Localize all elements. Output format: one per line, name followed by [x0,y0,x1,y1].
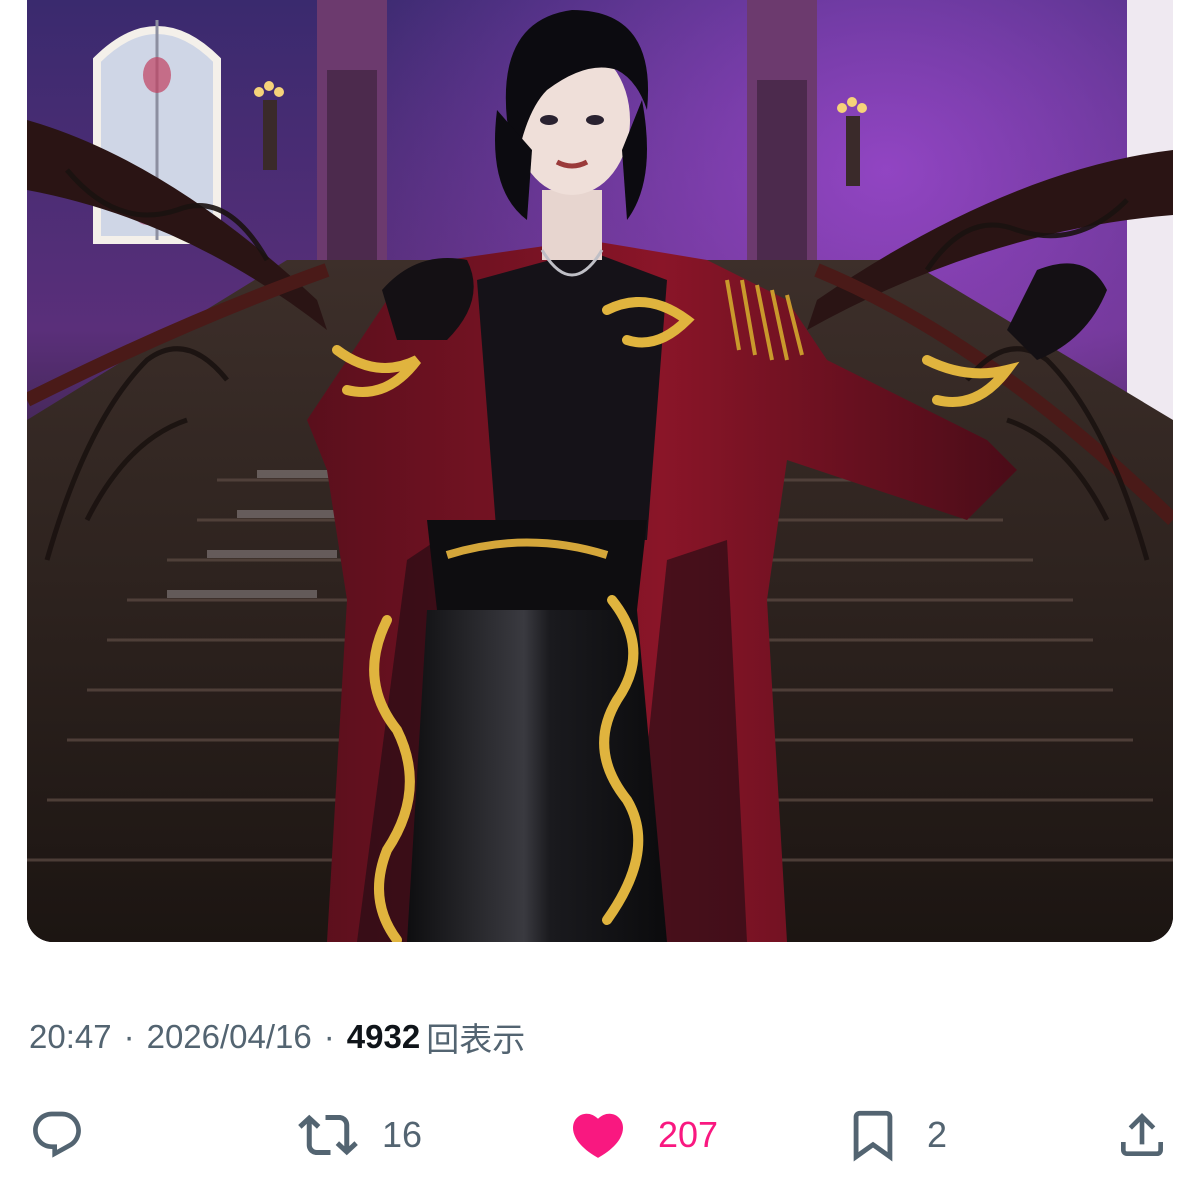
like-button[interactable]: 207 [568,1100,718,1170]
share-button[interactable] [1112,1100,1172,1170]
bookmark-icon [843,1105,903,1165]
retweet-button[interactable]: 16 [298,1100,422,1170]
bookmark-count: 2 [927,1114,948,1155]
post-meta: 20:47 · 2026/04/16 · 4932 回表示 [29,1012,525,1062]
post-action-bar: 16 207 2 [0,1100,1200,1170]
tweet-detail: 20:47 · 2026/04/16 · 4932 回表示 16 207 2 [0,0,1200,1200]
reply-button[interactable] [27,1100,87,1170]
bookmark-button[interactable]: 2 [843,1100,947,1170]
reply-icon [27,1105,87,1165]
post-time[interactable]: 20:47 [29,1018,112,1056]
like-count: 207 [658,1114,719,1155]
share-icon [1112,1105,1172,1165]
post-date[interactable]: 2026/04/16 [147,1018,312,1056]
meta-separator: · [123,1018,135,1055]
post-photo[interactable] [27,0,1173,942]
heart-icon [568,1105,628,1165]
meta-separator: · [323,1018,335,1055]
views-label: 回表示 [426,1021,526,1058]
photo-illustration [27,0,1173,942]
retweet-count: 16 [382,1114,423,1155]
views-count[interactable]: 4932 [347,1018,420,1056]
retweet-icon [298,1105,358,1165]
